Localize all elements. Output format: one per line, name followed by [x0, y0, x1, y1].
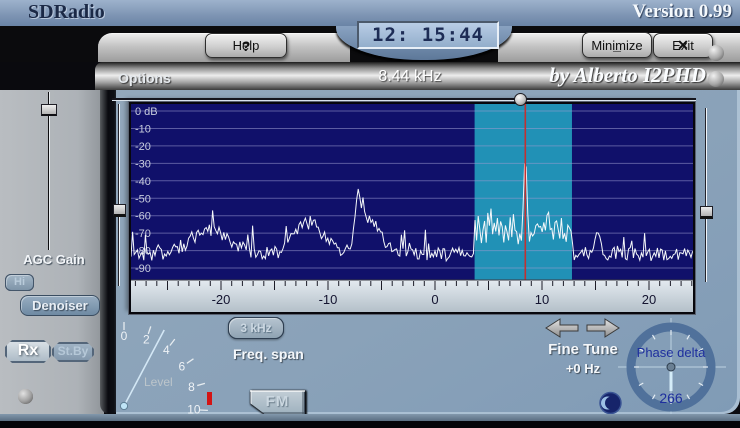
freq-span-caption: Freq. span [230, 346, 560, 362]
y-axis-label: -40 [135, 176, 151, 188]
fine-tune-down-button[interactable] [544, 318, 580, 338]
level-meter-ticks [123, 322, 208, 412]
level-scale-label: 0 [121, 329, 128, 343]
minimize-label: Minimize [591, 37, 643, 53]
fine-tune-up-button[interactable] [585, 318, 621, 338]
spectrum-canvas[interactable]: 0 dB-10-20-30-40-50-60-70-80-90-20 -10 0 10… [131, 104, 693, 312]
tuning-slider[interactable] [112, 93, 696, 106]
slider-track [118, 104, 120, 286]
rivet-icon [708, 71, 724, 87]
level-label: Level [144, 375, 173, 389]
help-label: Help [232, 38, 260, 53]
level-peak-bar [207, 392, 212, 405]
level-meter-scale: 0 246810 [121, 329, 201, 417]
phase-delta-dial: Phase delta 266 [618, 318, 726, 420]
rx-button[interactable]: Rx [5, 340, 51, 363]
tuning-slider-thumb[interactable] [514, 93, 527, 106]
y-axis-label: 0 dB [135, 106, 158, 118]
arrow-right-icon [586, 318, 620, 338]
y-axis-label: -60 [135, 211, 151, 223]
y-axis-label: -70 [135, 228, 151, 240]
span-button-3khz[interactable]: 3 kHz [228, 317, 284, 339]
x-axis-label: 0 [431, 292, 438, 307]
dial-hub [666, 362, 676, 372]
spectrum-left-slider[interactable] [113, 104, 126, 286]
exit-label: Exit [672, 38, 694, 53]
status-led [18, 389, 33, 404]
sdradio-window: SDRadio Version 0.99 12: 15:44 ? Help _ … [0, 0, 740, 428]
spectrum-right-slider[interactable] [700, 108, 713, 282]
freq-span-label: Freq. span [233, 346, 304, 362]
level-meter: 0 246810 Level [119, 322, 212, 417]
level-scale-label: 4 [163, 343, 170, 357]
agc-gain-label: AGC Gain [23, 252, 85, 267]
rivet-icon [708, 45, 724, 61]
level-needle-pivot [119, 401, 129, 411]
x-axis-label: -20 [212, 292, 231, 307]
x-axis-label: 10 [535, 292, 549, 307]
arrow-left-icon [545, 318, 579, 338]
tuning-slider-track[interactable] [112, 98, 696, 101]
phase-delta-value: 266 [659, 390, 683, 406]
credit-label: by Alberto I2PHD [549, 63, 706, 87]
help-button[interactable]: ? Help [205, 33, 287, 58]
y-axis-label: -10 [135, 123, 151, 135]
options-menu[interactable]: Options [118, 70, 171, 86]
clock-display: 12: 15:44 [357, 21, 499, 49]
standby-button[interactable]: St.By [52, 342, 94, 362]
agc-hi-button[interactable]: Hi [5, 274, 34, 291]
slider-thumb[interactable] [700, 206, 713, 219]
level-scale-label: 8 [188, 380, 195, 394]
y-axis-label: -30 [135, 158, 151, 170]
y-axis-label: -20 [135, 141, 151, 153]
exit-button[interactable]: ✕ Exit [653, 33, 713, 58]
level-scale-label: 6 [179, 360, 186, 374]
menubar: Options 8.44 kHz by Alberto I2PHD [95, 62, 740, 90]
slider-thumb[interactable] [113, 204, 126, 217]
phase-delta-label: Phase delta [637, 345, 706, 360]
bottom-border [0, 421, 740, 428]
frequency-readout: 8.44 kHz [378, 68, 442, 85]
minimize-button[interactable]: _ Minimize [582, 32, 652, 58]
x-axis-label: 20 [642, 292, 656, 307]
version-label: Version 0.99 [632, 1, 732, 22]
app-title: SDRadio [28, 1, 105, 23]
level-scale-label: 2 [143, 333, 150, 347]
y-axis-label: -90 [135, 263, 151, 275]
denoiser-button[interactable]: Denoiser [20, 295, 100, 316]
spectrum-display[interactable]: 0 dB -10 -20 -30 -40 -50 -60 -70 -80 -90 -20 -10 0 10… [129, 102, 695, 314]
slider-track [705, 108, 707, 282]
x-axis-label: -10 [319, 292, 338, 307]
slider-thumb[interactable] [41, 104, 57, 116]
agc-gain-slider[interactable] [38, 90, 60, 252]
menubar-filler [0, 62, 95, 90]
y-axis-label: -50 [135, 193, 151, 205]
